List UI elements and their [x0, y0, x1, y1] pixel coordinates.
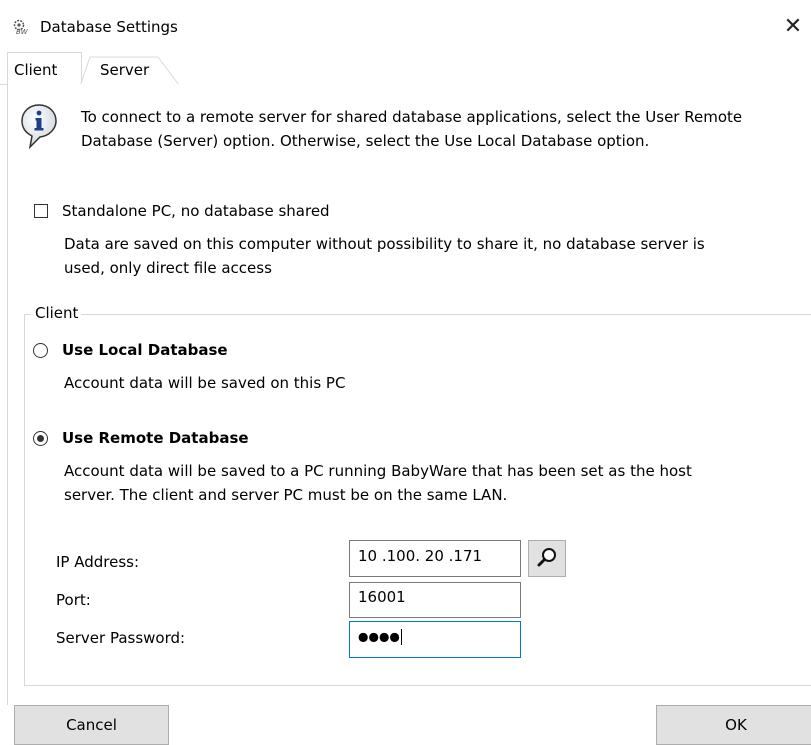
close-icon: ✕	[783, 14, 803, 39]
app-icon: BW	[13, 19, 29, 35]
svg-text:BW: BW	[16, 28, 29, 35]
ok-button-label: OK	[725, 716, 747, 734]
ok-button[interactable]: OK	[656, 705, 811, 745]
info-text-line-2: Database (Server) option. Otherwise, sel…	[81, 132, 650, 150]
server-password-field[interactable]: ●●●●	[349, 621, 521, 658]
magnifier-icon	[537, 548, 556, 567]
cancel-button[interactable]: Cancel	[14, 705, 169, 745]
ip-address-field[interactable]: 10 .100. 20 .171	[349, 540, 521, 577]
tab-client[interactable]: Client	[7, 52, 82, 86]
standalone-desc-line-1: Data are saved on this computer without …	[64, 235, 705, 253]
tab-client-label: Client	[14, 61, 58, 79]
tab-server[interactable]: Server	[86, 56, 176, 84]
info-icon	[21, 104, 57, 150]
ip-address-label: IP Address:	[56, 553, 140, 571]
info-text-line-1: To connect to a remote server for shared…	[81, 108, 743, 126]
client-group-label: Client	[31, 304, 82, 322]
port-value: 16001	[358, 588, 406, 606]
use-local-database-label[interactable]: Use Local Database	[62, 341, 228, 359]
standalone-checkbox[interactable]	[34, 204, 48, 218]
standalone-desc-line-2: used, only direct file access	[64, 259, 272, 277]
use-local-database-radio[interactable]	[33, 343, 48, 358]
port-field[interactable]: 16001	[349, 582, 521, 618]
client-group-border-top	[24, 314, 811, 315]
window-title: Database Settings	[40, 18, 178, 36]
use-remote-database-desc-line-1: Account data will be saved to a PC runni…	[64, 462, 692, 480]
close-button[interactable]: ✕	[776, 12, 810, 44]
port-label: Port:	[56, 591, 91, 609]
radio-selected-dot	[37, 435, 44, 442]
client-group-border-left	[24, 314, 25, 685]
server-password-label: Server Password:	[56, 629, 186, 647]
use-remote-database-desc-line-2: server. The client and server PC must be…	[64, 486, 508, 504]
cancel-button-label: Cancel	[66, 716, 117, 734]
tab-server-label: Server	[100, 61, 150, 79]
use-remote-database-label[interactable]: Use Remote Database	[62, 429, 249, 447]
find-server-button[interactable]	[528, 540, 566, 577]
client-group-border-bottom	[24, 685, 811, 686]
use-remote-database-radio[interactable]	[33, 431, 48, 446]
ip-address-value: 10 .100. 20 .171	[358, 547, 483, 565]
use-local-database-desc: Account data will be saved on this PC	[64, 374, 346, 392]
server-password-value: ●●●●	[358, 629, 400, 644]
standalone-label[interactable]: Standalone PC, no database shared	[62, 202, 330, 220]
text-caret	[400, 629, 402, 645]
